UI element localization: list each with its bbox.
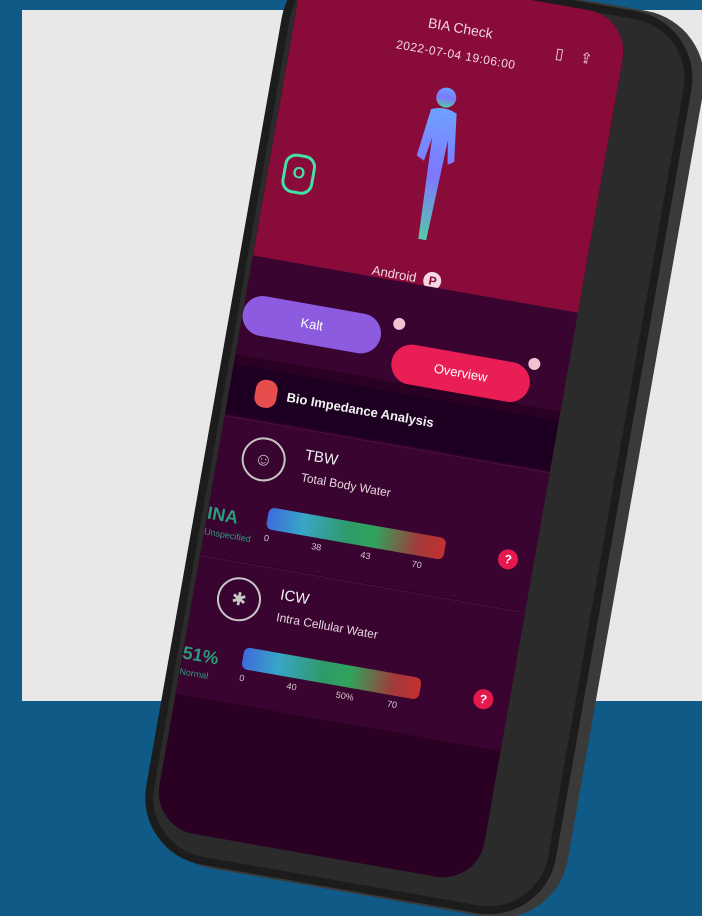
body-water-icon: ☺	[238, 433, 290, 485]
metric-value-sub: Unspecified	[203, 526, 252, 545]
metric-value: 51%	[181, 642, 221, 669]
metric-name: Intra Cellular Water	[275, 610, 380, 642]
tick: 70	[386, 698, 398, 711]
metric-value-sub: Normal	[178, 666, 210, 681]
cell-water-icon: ✱	[213, 573, 265, 625]
body-model-image	[416, 87, 457, 241]
metric-name: Total Body Water	[299, 470, 392, 500]
tick: 0	[238, 672, 246, 684]
metric-value: INA	[205, 502, 240, 528]
share-icon[interactable]: ⇪	[576, 49, 597, 70]
document-icon[interactable]: ▯	[549, 44, 570, 65]
tick: 43	[359, 549, 372, 562]
bia-icon	[252, 378, 280, 410]
help-icon[interactable]: ?	[471, 687, 495, 711]
body-side-badge: O	[279, 151, 318, 197]
metric-code: TBW	[303, 446, 340, 470]
tick: 0	[263, 532, 270, 544]
tick: 70	[410, 558, 423, 571]
analysis-title: Bio Impedance Analysis	[285, 389, 435, 431]
tick: 38	[310, 541, 323, 553]
help-icon[interactable]: ?	[496, 547, 520, 571]
metric-code: ICW	[278, 586, 311, 609]
tick: 40	[285, 680, 298, 693]
